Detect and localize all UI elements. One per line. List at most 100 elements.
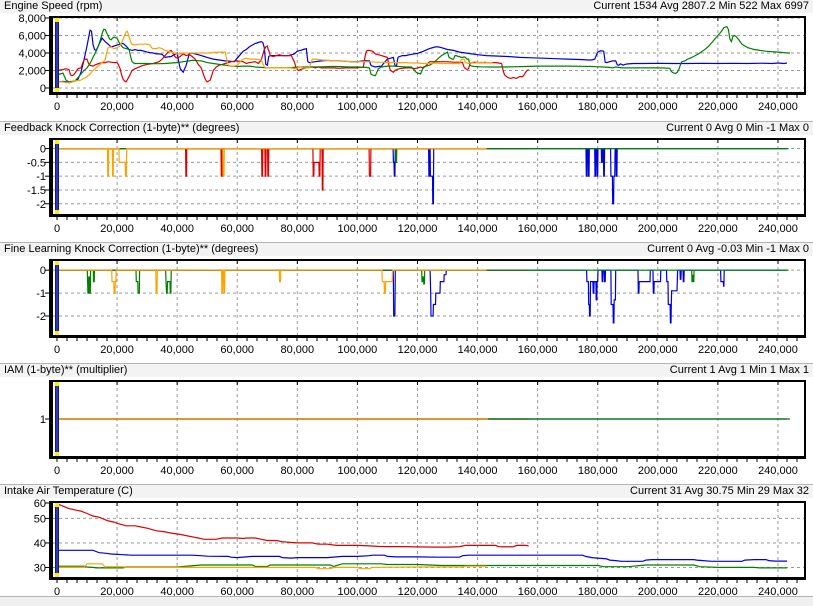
x-tick-label: 200,000	[638, 465, 678, 477]
x-tick-label: 140,000	[458, 344, 498, 356]
chart-panel-engine-speed: Engine Speed (rpm) Current 1534 Avg 2807…	[0, 0, 813, 121]
x-tick-label: 120,000	[398, 344, 438, 356]
plot-border-top	[49, 380, 806, 382]
y-tick-label: 4,000	[18, 48, 46, 60]
y-tick-label: 6,000	[18, 30, 46, 42]
x-tick-label: 80,000	[280, 344, 314, 356]
x-tick-label: 80,000	[280, 101, 314, 113]
x-tick-label: 100,000	[338, 223, 378, 235]
chart-stats: Current 0 Avg 0 Min -1 Max 0	[666, 122, 809, 135]
x-tick-label: 40,000	[160, 465, 194, 477]
y-axis-line	[49, 138, 53, 217]
y-tick-label: 50	[34, 513, 46, 525]
y-tick-label: -1	[36, 288, 46, 300]
y-tick-label: 8,000	[18, 13, 46, 25]
x-tick-label: 140,000	[458, 223, 498, 235]
x-tick-label: 120,000	[398, 465, 438, 477]
series-line-blue	[57, 30, 787, 82]
x-tick-label: 220,000	[698, 344, 738, 356]
cursor-marker[interactable]	[55, 18, 59, 92]
x-tick-label: 140,000	[458, 465, 498, 477]
engine-speed-plot[interactable]: 8,000 6,000 4,000 2,000 00 20,000 40,000 60,000…	[0, 13, 813, 121]
x-tick-label: 80,000	[280, 223, 314, 235]
chart-title-bar: Intake Air Temperature (C) Current 31 Av…	[0, 485, 813, 498]
series-line-orange	[57, 31, 493, 83]
y-tick-label: 0	[40, 83, 46, 95]
x-tick-label: 60,000	[220, 344, 254, 356]
x-tick-label: 180,000	[578, 223, 618, 235]
log-graph-viewer: { "colors": { "blue": "#0000dd", "red": …	[0, 0, 813, 605]
x-tick-label: 240,000	[758, 101, 798, 113]
fine-learning-knock-plot[interactable]: 0-1-2020,00040,00060,00080,000100,000120…	[0, 256, 813, 364]
chart-title-bar: Fine Learning Knock Correction (1-byte)*…	[0, 243, 813, 256]
x-tick-label: 0	[54, 465, 60, 477]
x-tick-label: 20,000	[100, 223, 134, 235]
x-tick-label: 160,000	[518, 223, 558, 235]
x-tick-label: 180,000	[578, 101, 618, 113]
chart-panel-intake-air-temp: Intake Air Temperature (C) Current 31 Av…	[0, 484, 813, 605]
x-tick-label: 100,000	[338, 101, 378, 113]
plot-border-right	[804, 16, 806, 95]
x-tick-label: 220,000	[698, 223, 738, 235]
plot-border-top	[49, 16, 806, 18]
chart-title: Engine Speed (rpm)	[4, 0, 102, 13]
x-tick-label: 160,000	[518, 465, 558, 477]
x-tick-label: 160,000	[518, 344, 558, 356]
plot-border-right	[804, 501, 806, 580]
plot-border-top	[49, 259, 806, 261]
plot-border-bottom	[49, 577, 806, 580]
x-tick-label: 180,000	[578, 465, 618, 477]
x-tick-label: 240,000	[758, 344, 798, 356]
cursor-marker[interactable]	[55, 261, 59, 335]
y-tick-label: 60	[34, 498, 46, 510]
x-tick-label: 20,000	[100, 465, 134, 477]
chart-title: IAM (1-byte)** (multiplier)	[4, 364, 127, 377]
plot-border-right	[804, 138, 806, 217]
plot-border-bottom	[49, 214, 806, 217]
x-tick-label: 200,000	[638, 344, 678, 356]
intake-air-temp-plot[interactable]: 60504030020,00040,00060,00080,000100,000…	[0, 498, 813, 606]
y-tick-label: -0.5	[27, 157, 46, 169]
x-tick-label: 200,000	[638, 223, 678, 235]
chart-title: Fine Learning Knock Correction (1-byte)*…	[4, 243, 258, 256]
cursor-marker[interactable]	[55, 140, 59, 214]
cursor-marker[interactable]	[55, 382, 59, 456]
y-tick-label: -1	[36, 171, 46, 183]
y-tick-label: 2,000	[18, 65, 46, 77]
series-line-green	[57, 270, 789, 293]
x-tick-label: 160,000	[518, 101, 558, 113]
chart-stats: Current 31 Avg 30.75 Min 29 Max 32	[630, 485, 809, 498]
x-tick-label: 60,000	[220, 223, 254, 235]
y-tick-label: -2	[36, 311, 46, 323]
x-tick-label: 180,000	[578, 344, 618, 356]
x-tick-label: 60,000	[220, 101, 254, 113]
series-line-red	[57, 149, 529, 190]
cursor-marker[interactable]	[55, 503, 59, 577]
iam-plot[interactable]: 1020,00040,00060,00080,000100,000120,000…	[0, 377, 813, 485]
plot-border-bottom	[49, 92, 806, 95]
x-tick-label: 0	[54, 101, 60, 113]
series-line-green	[57, 149, 789, 163]
plot-border-right	[804, 259, 806, 338]
x-tick-label: 20,000	[100, 101, 134, 113]
x-tick-label: 20,000	[100, 344, 134, 356]
plot-border-bottom	[49, 456, 806, 459]
x-tick-label: 100,000	[338, 344, 378, 356]
x-tick-label: 240,000	[758, 465, 798, 477]
x-tick-label: 120,000	[398, 101, 438, 113]
y-tick-label: 0	[40, 265, 46, 277]
x-tick-label: 0	[54, 344, 60, 356]
chart-title-bar: Feedback Knock Correction (1-byte)** (de…	[0, 122, 813, 135]
x-tick-label: 60,000	[220, 465, 254, 477]
chart-title: Feedback Knock Correction (1-byte)** (de…	[4, 122, 239, 135]
x-tick-label: 140,000	[458, 101, 498, 113]
x-tick-label: 120,000	[398, 223, 438, 235]
chart-title-bar: Engine Speed (rpm) Current 1534 Avg 2807…	[0, 0, 813, 13]
x-tick-label: 240,000	[758, 223, 798, 235]
x-tick-label: 220,000	[698, 465, 738, 477]
feedback-knock-plot[interactable]: 0-0.5-1-1.5-2020,00040,00060,00080,00010…	[0, 135, 813, 243]
y-tick-label: -2	[36, 199, 46, 211]
x-tick-label: 100,000	[338, 465, 378, 477]
x-tick-label: 40,000	[160, 101, 194, 113]
chart-panel-fine-learning-knock: Fine Learning Knock Correction (1-byte)*…	[0, 242, 813, 363]
